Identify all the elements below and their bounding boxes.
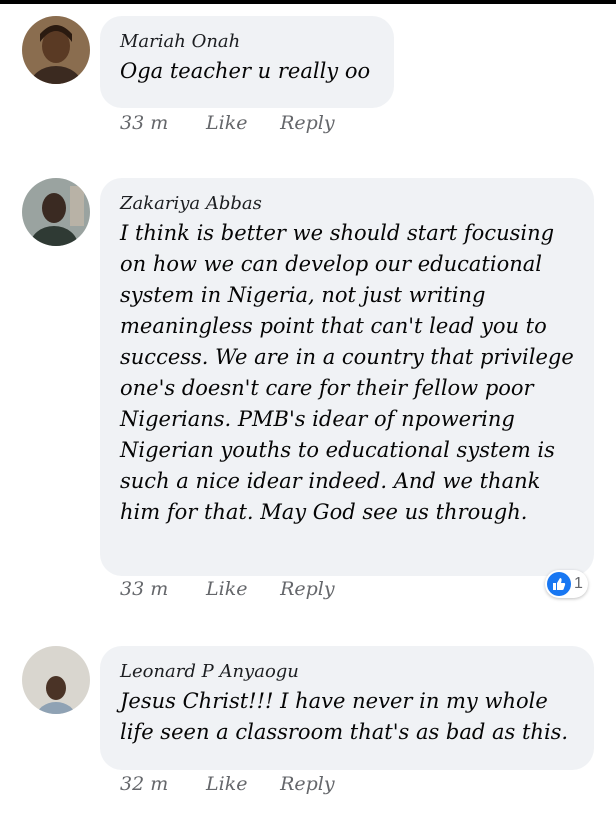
reaction-badge[interactable]: 1 (545, 570, 588, 598)
like-reaction-icon (547, 572, 571, 596)
comment-actions: 33 m Like Reply (120, 112, 335, 134)
comment-author[interactable]: Leonard P Anyaogu (120, 660, 574, 684)
comment-author[interactable]: Zakariya Abbas (120, 192, 574, 216)
comment-text: I think is better we should start focusi… (120, 221, 574, 524)
reply-button[interactable]: Reply (280, 112, 335, 134)
like-button[interactable]: Like (206, 112, 274, 134)
comment-timestamp[interactable]: 33 m (120, 578, 200, 600)
like-button[interactable]: Like (206, 773, 274, 795)
avatar[interactable] (22, 646, 90, 714)
comment-text: Oga teacher u really oo (120, 59, 371, 83)
comment-text: Jesus Christ!!! I have never in my whole… (120, 689, 569, 744)
comment-bubble: Mariah Onah Oga teacher u really oo (100, 16, 394, 108)
reply-button[interactable]: Reply (280, 578, 335, 600)
comment-bubble: Zakariya Abbas I think is better we shou… (100, 178, 594, 576)
reply-button[interactable]: Reply (280, 773, 335, 795)
like-button[interactable]: Like (206, 578, 274, 600)
avatar[interactable] (22, 16, 90, 84)
reaction-count: 1 (574, 575, 583, 592)
comment-timestamp[interactable]: 33 m (120, 112, 200, 134)
top-edge-bar (0, 0, 616, 4)
comment-bubble: Leonard P Anyaogu Jesus Christ!!! I have… (100, 646, 594, 770)
comment-author[interactable]: Mariah Onah (120, 30, 374, 54)
comment-actions: 32 m Like Reply (120, 773, 335, 795)
avatar[interactable] (22, 178, 90, 246)
comment-timestamp[interactable]: 32 m (120, 773, 200, 795)
comment-actions: 33 m Like Reply (120, 578, 335, 600)
